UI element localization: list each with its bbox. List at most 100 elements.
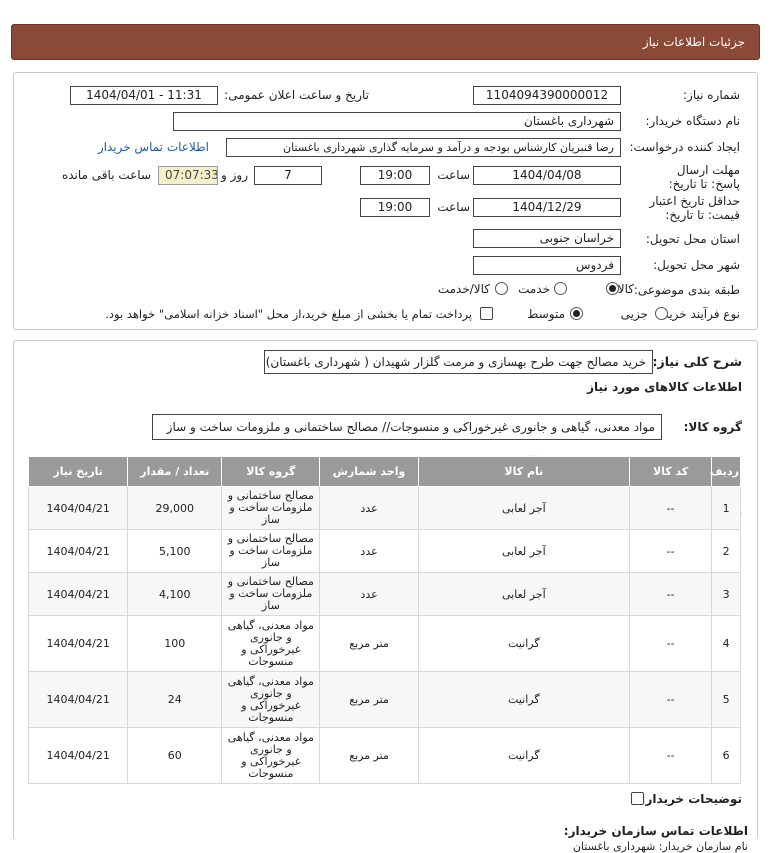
- category-option-both: کالا/خدمت: [437, 282, 490, 296]
- cell-name: آجر لعابی: [417, 572, 631, 616]
- cell-date: 1404/04/21: [27, 486, 129, 530]
- deadline-label: مهلت ارسال پاسخ: تا تاریخ:: [668, 163, 740, 191]
- table-row: 4 -- گرانیت متر مربع مواد معدنی، گیاهی و…: [27, 615, 741, 672]
- goods-table: ردیف کد کالا نام کالا واحد شمارش گروه کا…: [27, 456, 741, 784]
- buyer-contact-link[interactable]: اطلاعات تماس خریدار: [98, 140, 209, 154]
- buyer-notes-checkbox[interactable]: [631, 792, 644, 805]
- table-row: 5 -- گرانیت متر مربع مواد معدنی، گیاهی و…: [27, 671, 741, 728]
- need-number-label: شماره نیاز:: [683, 88, 740, 102]
- cell-name: آجر لعابی: [417, 486, 631, 530]
- cell-date: 1404/04/21: [27, 727, 129, 784]
- cell-code: --: [628, 572, 713, 616]
- process-option-minor: جزیی: [620, 307, 648, 321]
- announce-field: 1404/04/01 - 11:31: [70, 86, 218, 105]
- cell-qty: 60: [127, 727, 223, 784]
- announce-label: تاریخ و ساعت اعلان عمومی:: [224, 88, 369, 102]
- col-name: نام کالا: [417, 456, 631, 487]
- cell-group: مصالح ساختمانی و ملزومات ساخت و ساز: [221, 572, 321, 616]
- cell-unit: متر مربع: [319, 671, 419, 728]
- cell-name: گرانیت: [417, 671, 631, 728]
- group-label: گروه کالا:: [683, 420, 742, 434]
- category-radio-service[interactable]: [554, 282, 567, 295]
- contact-title: اطلاعات تماس سازمان خریدار:: [563, 824, 748, 838]
- process-radio-medium[interactable]: [570, 307, 583, 320]
- col-qty: تعداد / مقدار: [127, 456, 223, 487]
- cell-row-number: 2: [711, 529, 741, 573]
- cell-qty: 5,100: [127, 529, 223, 573]
- cell-code: --: [628, 486, 713, 530]
- cell-name: آجر لعابی: [417, 529, 631, 573]
- remaining-label: ساعت باقی مانده: [61, 168, 151, 182]
- table-row: 1 -- آجر لعابی عدد مصالح ساختمانی و ملزو…: [27, 486, 741, 530]
- category-radio-both[interactable]: [495, 282, 508, 295]
- cell-name: گرانیت: [417, 615, 631, 672]
- remaining-timer: 07:07:33: [158, 166, 218, 185]
- cell-group: مواد معدنی، گیاهی و جانوری غیرخوراکی و م…: [221, 615, 321, 672]
- process-radio-minor[interactable]: [655, 307, 668, 320]
- cell-code: --: [628, 529, 713, 573]
- table-row: 3 -- آجر لعابی عدد مصالح ساختمانی و ملزو…: [27, 572, 741, 616]
- cell-qty: 29,000: [127, 486, 223, 530]
- cell-code: --: [628, 671, 713, 728]
- category-option-goods: کالا: [617, 282, 634, 296]
- cell-code: --: [628, 615, 713, 672]
- cell-qty: 4,100: [127, 572, 223, 616]
- deadline-time-field: 19:00: [360, 166, 430, 185]
- cell-group: مواد معدنی، گیاهی و جانوری غیرخوراکی و م…: [221, 727, 321, 784]
- cell-unit: عدد: [319, 572, 419, 616]
- col-unit: واحد شمارش: [319, 456, 419, 487]
- deadline-date-field: 1404/04/08: [473, 166, 621, 185]
- org-name-partial: نام سازمان خریدار: شهرداری باغستان: [572, 840, 748, 853]
- validity-label: حداقل تاریخ اعتبار قیمت: تا تاریخ:: [649, 194, 740, 222]
- cell-row-number: 6: [711, 727, 741, 784]
- validity-time-field: 19:00: [360, 198, 430, 217]
- treasury-checkbox[interactable]: [480, 307, 493, 320]
- payment-note: پرداخت تمام یا بخشی از مبلغ خرید،از محل …: [105, 307, 472, 321]
- province-field: خراسان جنوبی: [473, 229, 621, 248]
- table-header-row: ردیف کد کالا نام کالا واحد شمارش گروه کا…: [27, 456, 741, 487]
- desc-field: خرید مصالح جهت طرح بهسازی و مرمت گلزار ش…: [264, 350, 653, 374]
- cell-unit: متر مربع: [319, 727, 419, 784]
- cell-unit: متر مربع: [319, 615, 419, 672]
- deadline-time-label: ساعت: [437, 168, 470, 182]
- cell-row-number: 5: [711, 671, 741, 728]
- cell-group: مصالح ساختمانی و ملزومات ساخت و ساز: [221, 486, 321, 530]
- province-label: استان محل تحویل:: [645, 232, 740, 246]
- table-row: 6 -- گرانیت متر مربع مواد معدنی، گیاهی و…: [27, 727, 741, 784]
- buyer-notes-label: توضیحات خریدار:: [640, 792, 742, 806]
- buyer-org-label: نام دستگاه خریدار:: [645, 114, 741, 128]
- process-option-medium: متوسط: [527, 307, 565, 321]
- group-field: مواد معدنی، گیاهی و جانوری غیرخوراکی و م…: [152, 414, 662, 440]
- city-field: فردوس: [473, 256, 621, 275]
- days-label: روز و: [221, 168, 248, 182]
- cell-unit: عدد: [319, 486, 419, 530]
- col-code: کد کالا: [628, 456, 713, 487]
- col-date: تاریخ نیاز: [27, 456, 129, 487]
- days-field: 7: [254, 166, 322, 185]
- cell-qty: 24: [127, 671, 223, 728]
- cell-row-number: 1: [711, 486, 741, 530]
- cell-unit: عدد: [319, 529, 419, 573]
- buyer-org-field: شهرداری باغستان: [173, 112, 621, 131]
- cell-qty: 100: [127, 615, 223, 672]
- desc-label: شرح کلی نیاز:: [652, 354, 742, 369]
- cell-date: 1404/04/21: [27, 529, 129, 573]
- need-number-field: 1104094390000012: [473, 86, 621, 105]
- category-option-service: خدمت: [518, 282, 550, 296]
- page-header: جزئیات اطلاعات نیاز: [11, 24, 760, 60]
- validity-date-field: 1404/12/29: [473, 198, 621, 217]
- cell-name: گرانیت: [417, 727, 631, 784]
- col-row-number: ردیف: [710, 456, 741, 487]
- col-group: گروه کالا: [221, 456, 321, 487]
- cell-group: مصالح ساختمانی و ملزومات ساخت و ساز: [221, 529, 321, 573]
- category-label: طبقه بندی موضوعی:: [633, 283, 740, 297]
- city-label: شهر محل تحویل:: [653, 258, 740, 272]
- creator-field: رضا قنبریان کارشناس بودجه و درآمد و سرما…: [226, 138, 621, 157]
- cell-code: --: [628, 727, 713, 784]
- cell-row-number: 3: [711, 572, 741, 616]
- goods-info-title: اطلاعات کالاهای مورد نیاز: [587, 380, 742, 394]
- table-row: 2 -- آجر لعابی عدد مصالح ساختمانی و ملزو…: [27, 529, 741, 573]
- cell-row-number: 4: [711, 615, 741, 672]
- page-title: جزئیات اطلاعات نیاز: [642, 35, 745, 49]
- cell-date: 1404/04/21: [27, 671, 129, 728]
